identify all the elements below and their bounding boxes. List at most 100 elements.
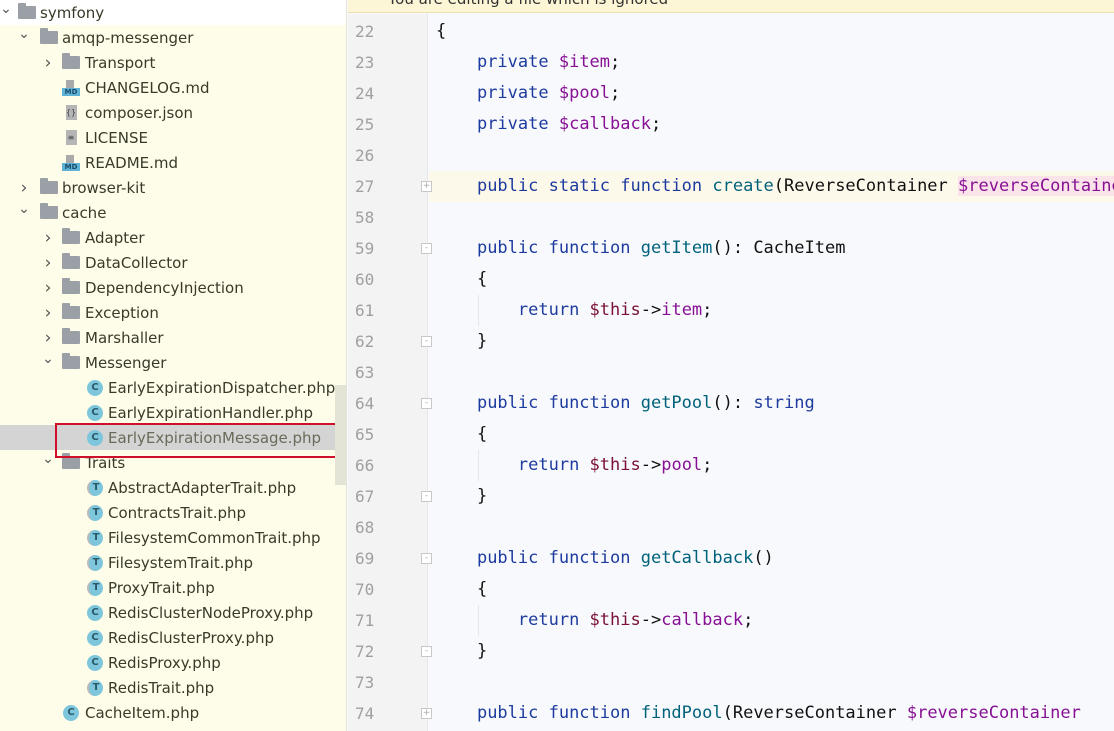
line-number: 66 (355, 456, 375, 475)
tree-item[interactable]: › DataCollector (0, 250, 335, 275)
chevron-right-icon[interactable]: › (42, 253, 54, 273)
tree-item[interactable]: T FilesystemTrait.php (0, 550, 335, 575)
tree-item-label: DataCollector (85, 253, 188, 272)
code-line[interactable]: public function getPool(): string (429, 388, 1114, 419)
tree-item[interactable]: › DependencyInjection (0, 275, 335, 300)
code-line[interactable] (429, 202, 1114, 233)
tree-item[interactable]: T RedisTrait.php (0, 675, 335, 700)
code-line[interactable]: { (429, 16, 1114, 47)
tree-item[interactable]: › Exception (0, 300, 335, 325)
code-line[interactable] (429, 140, 1114, 171)
chevron-right-icon[interactable]: › (18, 178, 30, 198)
code-token: { (436, 269, 488, 289)
markdown-icon: MD (62, 79, 80, 96)
tree-item[interactable]: › Marshaller (0, 325, 335, 350)
chevron-down-icon[interactable]: ⌄ (18, 26, 30, 42)
tree-item-label: ProxyTrait.php (108, 578, 215, 597)
code-token: public function (476, 548, 641, 568)
code-line[interactable] (429, 512, 1114, 543)
tree-item[interactable]: ⌄ Messenger (0, 350, 335, 375)
code-token: ; (743, 610, 754, 630)
line-number: 58 (355, 208, 375, 227)
code-line[interactable]: { (429, 264, 1114, 295)
code-line[interactable]: private $callback; (429, 109, 1114, 140)
tree-item[interactable]: T FilesystemCommonTrait.php (0, 525, 335, 550)
fold-collapse-icon[interactable]: - (421, 646, 432, 657)
fold-expand-icon[interactable]: + (421, 708, 432, 719)
tree-item[interactable]: ⌄ cache (0, 200, 335, 225)
tree-item[interactable]: {} composer.json (0, 100, 335, 125)
project-tree[interactable]: ⌄ symfony ⌄ amqp-messenger › Transport MD CHANG… (0, 0, 347, 731)
code-line[interactable]: public function getItem(): CacheItem (429, 233, 1114, 264)
fold-collapse-icon[interactable]: - (421, 491, 432, 502)
line-number: 64 (355, 394, 375, 413)
chevron-right-icon[interactable]: › (42, 328, 54, 348)
code-line[interactable]: public function getCallback() (429, 543, 1114, 574)
fold-collapse-icon[interactable]: - (421, 553, 432, 564)
code-line[interactable]: { (429, 574, 1114, 605)
code-line[interactable]: return $this->callback; (429, 605, 1114, 636)
fold-collapse-icon[interactable]: - (421, 243, 432, 254)
tree-item[interactable]: C RedisClusterProxy.php (0, 625, 335, 650)
tree-item-label: RedisClusterProxy.php (108, 628, 274, 647)
code-line[interactable]: } (429, 636, 1114, 667)
folder-icon (62, 253, 80, 271)
chevron-right-icon[interactable]: › (42, 228, 54, 248)
code-line[interactable]: public function findPool(ReverseContaine… (429, 698, 1114, 729)
tree-item[interactable]: ≡ LICENSE (0, 125, 335, 150)
tree-item[interactable]: › Transport (0, 50, 335, 75)
code-token: public static function (476, 176, 713, 196)
fold-collapse-icon[interactable]: - (421, 336, 432, 347)
tree-item[interactable]: C RedisClusterNodeProxy.php (0, 600, 335, 625)
code-token: string (753, 393, 815, 413)
code-line[interactable]: return $this->item; (429, 295, 1114, 326)
class-icon: C (86, 604, 104, 621)
code-token: $reverseContainer (906, 703, 1081, 723)
tree-item[interactable]: MD README.md (0, 150, 335, 175)
markdown-icon: MD (62, 154, 80, 171)
tree-item[interactable]: C RedisProxy.php (0, 650, 335, 675)
chevron-down-icon[interactable]: ⌄ (42, 351, 54, 367)
line-number: 71 (355, 611, 375, 630)
code-line[interactable] (429, 357, 1114, 388)
tree-item[interactable]: C EarlyExpirationDispatcher.php (0, 375, 335, 400)
fold-collapse-icon[interactable]: - (421, 398, 432, 409)
chevron-down-icon[interactable]: ⌄ (18, 201, 30, 217)
tree-item[interactable]: ⌄ symfony (0, 0, 346, 25)
tree-item-label: browser-kit (62, 178, 146, 197)
tree-item[interactable]: MD CHANGELOG.md (0, 75, 335, 100)
chevron-down-icon[interactable]: ⌄ (0, 1, 12, 17)
code-line[interactable]: public static function create(ReverseCon… (429, 171, 1114, 202)
tree-item-label: CHANGELOG.md (85, 78, 210, 97)
trait-icon: T (86, 479, 104, 496)
tree-item[interactable]: C EarlyExpirationHandler.php (0, 400, 335, 425)
tree-item[interactable]: ⌄ amqp-messenger (0, 25, 335, 50)
code-line[interactable]: private $pool; (429, 78, 1114, 109)
chevron-right-icon[interactable]: › (42, 303, 54, 323)
fold-expand-icon[interactable]: + (421, 181, 432, 192)
tree-item[interactable]: › browser-kit (0, 175, 335, 200)
tree-item-label: Transport (85, 53, 156, 72)
code-line[interactable]: } (429, 326, 1114, 357)
tree-item-label: FilesystemTrait.php (108, 553, 254, 572)
tree-item[interactable]: T ContractsTrait.php (0, 500, 335, 525)
chevron-right-icon[interactable]: › (42, 53, 54, 73)
folder-icon (62, 303, 80, 321)
code-line[interactable]: { (429, 419, 1114, 450)
chevron-down-icon[interactable]: ⌄ (42, 451, 54, 467)
code-token: private (476, 52, 559, 72)
code-line[interactable]: } (429, 481, 1114, 512)
line-number: 24 (355, 84, 375, 103)
tree-item[interactable]: C CacheItem.php (0, 700, 335, 725)
code-token: ; (702, 300, 713, 320)
chevron-right-icon[interactable]: › (42, 278, 54, 298)
line-number: 25 (355, 115, 375, 134)
code-line[interactable]: return $this->pool; (429, 450, 1114, 481)
code-line[interactable]: private $item; (429, 47, 1114, 78)
tree-item[interactable]: T AbstractAdapterTrait.php (0, 475, 335, 500)
tree-item[interactable]: › Adapter (0, 225, 335, 250)
tree-scrollbar[interactable] (335, 385, 347, 485)
tree-item[interactable]: T ProxyTrait.php (0, 575, 335, 600)
code-line[interactable] (429, 667, 1114, 698)
